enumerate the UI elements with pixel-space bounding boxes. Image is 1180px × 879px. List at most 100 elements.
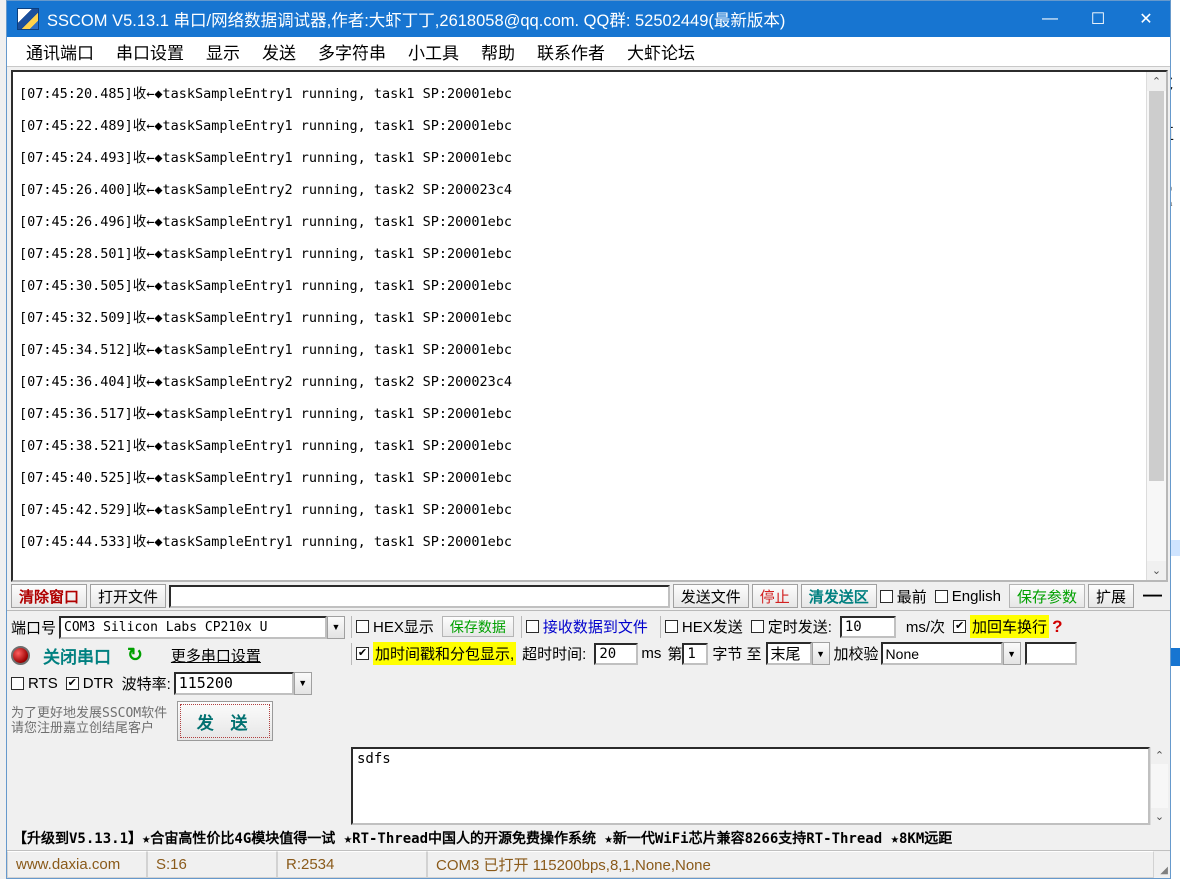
receive-line: [07:45:38.521]收←◆taskSampleEntry1 runnin…: [19, 438, 513, 454]
promo-line-2: 请您注册嘉立创结尾客户: [11, 721, 155, 736]
baud-combobox[interactable]: 115200 ▼: [173, 671, 312, 695]
checksum-value[interactable]: None: [880, 642, 1003, 665]
chevron-down-icon[interactable]: ▼: [1002, 642, 1021, 665]
receive-line: [07:45:40.525]收←◆taskSampleEntry1 runnin…: [19, 470, 513, 486]
menu-item-help[interactable]: 帮助: [470, 37, 526, 66]
send-area-wrapper: sdfs ⌃ ⌄: [351, 747, 1168, 825]
receive-line: [07:45:22.489]收←◆taskSampleEntry1 runnin…: [19, 118, 513, 134]
menu-item-send[interactable]: 发送: [251, 37, 307, 66]
menu-item-comm-port[interactable]: 通讯端口: [15, 37, 105, 66]
receive-line: [07:45:24.493]收←◆taskSampleEntry1 runnin…: [19, 150, 513, 166]
checksum-extra-input[interactable]: [1024, 642, 1077, 665]
save-params-button[interactable]: 保存参数: [1008, 584, 1085, 608]
receive-text-area[interactable]: [07:45:20.485]收←◆taskSampleEntry1 runnin…: [13, 72, 1146, 580]
status-recv-count: R:2534: [277, 851, 427, 878]
menu-item-port-settings[interactable]: 串口设置: [105, 37, 195, 66]
crlf-label: 加回车换行: [970, 615, 1050, 638]
baud-label: 波特率:: [121, 675, 171, 693]
ad-banner[interactable]: 【升级到V5.13.1】★合宙高性价比4G模块值得一试 ★RT-Thread中国…: [7, 826, 1170, 850]
promo-text: 为了更好地发展SSCOM软件 请您注册嘉立创结尾客户: [11, 706, 167, 736]
resize-grip-icon[interactable]: ◢: [1154, 851, 1170, 878]
english-checkbox[interactable]: [934, 589, 948, 603]
menu-item-display[interactable]: 显示: [195, 37, 251, 66]
dtr-label: DTR: [82, 674, 114, 692]
flow-control-row: RTS ✔ DTR 波特率: 115200 ▼: [11, 669, 345, 697]
receive-line: [07:45:36.517]收←◆taskSampleEntry1 runnin…: [19, 406, 513, 422]
extend-button[interactable]: 扩展: [1087, 584, 1134, 608]
close-port-button[interactable]: 关闭串口: [36, 643, 118, 667]
clear-send-area-button[interactable]: 清发送区: [800, 584, 877, 608]
port-combobox[interactable]: COM3 Silicon Labs CP210x U ▼: [59, 615, 345, 639]
hex-send-checkbox[interactable]: [664, 620, 678, 633]
scrollbar-track[interactable]: [1151, 764, 1168, 808]
more-port-settings-button[interactable]: 更多串口设置: [171, 645, 261, 666]
sscom-main-window: SSCOM V5.13.1 串口/网络数据调试器,作者:大虾丁丁,2618058…: [6, 0, 1171, 879]
connection-led-icon: [11, 645, 30, 665]
send-button[interactable]: 发 送: [177, 701, 274, 741]
menu-item-contact[interactable]: 联系作者: [526, 37, 616, 66]
port-settings-column: 端口号 COM3 Silicon Labs CP210x U ▼ 关闭串口 ↻ …: [7, 611, 347, 745]
receive-line: [07:45:32.509]收←◆taskSampleEntry1 runnin…: [19, 310, 513, 326]
byte-start-input[interactable]: 1: [682, 642, 709, 665]
receive-line: [07:45:44.533]收←◆taskSampleEntry1 runnin…: [19, 534, 513, 550]
crlf-checkbox[interactable]: ✔: [953, 620, 967, 633]
byte-end-value[interactable]: 末尾: [765, 642, 812, 665]
scroll-up-icon[interactable]: ⌃: [1147, 72, 1166, 91]
dtr-checkbox[interactable]: ✔: [65, 676, 79, 690]
send-text-input[interactable]: sdfs: [351, 747, 1150, 825]
scroll-down-icon[interactable]: ⌄: [1151, 808, 1168, 825]
timeout-input[interactable]: 20: [594, 642, 639, 665]
timed-send-checkbox[interactable]: [750, 620, 764, 633]
recv-to-file-checkbox[interactable]: [525, 620, 539, 633]
open-file-button[interactable]: 打开文件: [90, 584, 167, 608]
save-data-button[interactable]: 保存数据: [441, 616, 514, 637]
scroll-up-icon[interactable]: ⌃: [1151, 747, 1168, 764]
menu-item-tools[interactable]: 小工具: [397, 37, 470, 66]
options-column: HEX显示 保存数据 接收数据到文件 HEX发送 定时发送: 10 ms/次 ✔…: [347, 611, 1170, 745]
timed-send-interval-input[interactable]: 10: [839, 615, 896, 638]
receive-scrollbar[interactable]: ⌃ ⌄: [1146, 72, 1166, 580]
stop-button[interactable]: 停止: [751, 584, 798, 608]
checksum-combobox[interactable]: None ▼: [880, 642, 1021, 665]
port-row: 端口号 COM3 Silicon Labs CP210x U ▼: [11, 613, 345, 641]
title-bar: SSCOM V5.13.1 串口/网络数据调试器,作者:大虾丁丁,2618058…: [7, 1, 1170, 37]
refresh-icon[interactable]: ↻: [121, 644, 149, 667]
timestamp-checkbox[interactable]: ✔: [356, 647, 369, 660]
minimize-button[interactable]: —: [1026, 1, 1074, 37]
scroll-down-icon[interactable]: ⌄: [1147, 561, 1166, 580]
byte-range-label: 字节 至: [712, 646, 762, 663]
timeout-unit-label: ms: [641, 645, 662, 662]
topmost-checkbox[interactable]: [879, 589, 893, 603]
menu-item-multi-string[interactable]: 多字符串: [307, 37, 397, 66]
receive-line: [07:45:30.505]收←◆taskSampleEntry1 runnin…: [19, 278, 513, 294]
chevron-down-icon[interactable]: ▼: [811, 642, 830, 665]
timeout-label: 超时时间:: [522, 646, 587, 663]
maximize-button[interactable]: ☐: [1074, 1, 1122, 37]
send-area-scrollbar[interactable]: ⌃ ⌄: [1150, 747, 1168, 825]
hex-display-checkbox[interactable]: [356, 620, 369, 633]
close-button[interactable]: ✕: [1122, 1, 1170, 37]
port-value[interactable]: COM3 Silicon Labs CP210x U: [59, 615, 327, 639]
chevron-down-icon[interactable]: ▼: [327, 615, 345, 639]
status-url[interactable]: www.daxia.com: [7, 851, 147, 878]
port-action-row: 关闭串口 ↻ 更多串口设置: [11, 641, 345, 669]
byte-prefix-label: 第: [667, 646, 683, 663]
receive-line: [07:45:26.400]收←◆taskSampleEntry2 runnin…: [19, 182, 513, 198]
rts-checkbox[interactable]: [11, 676, 24, 690]
receive-line: [07:45:36.404]收←◆taskSampleEntry2 runnin…: [19, 374, 513, 390]
help-icon[interactable]: ?: [1049, 617, 1062, 637]
chevron-down-icon[interactable]: ▼: [293, 671, 312, 695]
collapse-icon[interactable]: —: [1137, 585, 1168, 607]
menu-bar: 通讯端口 串口设置 显示 发送 多字符串 小工具 帮助 联系作者 大虾论坛: [7, 37, 1170, 67]
english-label: English: [951, 587, 1001, 605]
file-path-input[interactable]: [169, 584, 670, 608]
checksum-label: 加校验: [833, 646, 879, 663]
send-file-button[interactable]: 发送文件: [672, 584, 749, 608]
window-title: SSCOM V5.13.1 串口/网络数据调试器,作者:大虾丁丁,2618058…: [47, 12, 786, 30]
menu-item-forum[interactable]: 大虾论坛: [616, 37, 706, 66]
baud-value[interactable]: 115200: [173, 671, 294, 695]
scrollbar-thumb[interactable]: [1149, 91, 1164, 481]
clear-window-button[interactable]: 清除窗口: [11, 584, 88, 608]
byte-end-combobox[interactable]: 末尾 ▼: [765, 642, 830, 665]
scrollbar-track[interactable]: [1147, 91, 1166, 561]
